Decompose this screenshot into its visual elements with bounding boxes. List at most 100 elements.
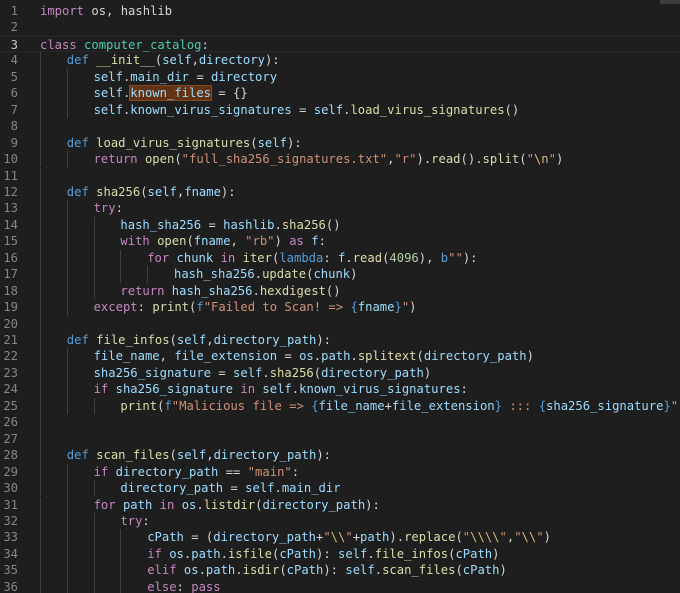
code-token: { bbox=[311, 398, 319, 413]
code-line[interactable]: 36 else: pass bbox=[0, 579, 680, 593]
code-line[interactable]: 26 bbox=[0, 414, 680, 430]
code-token: def bbox=[66, 184, 89, 199]
code-token: " bbox=[345, 530, 353, 545]
code-line[interactable]: 3 class computer_catalog: bbox=[0, 35, 680, 53]
code-token: "full_sha256_signatures.txt" bbox=[181, 152, 388, 167]
code-line[interactable]: 35 elif os.path.isdir(cPath): self.scan_f… bbox=[0, 562, 680, 578]
code-line[interactable]: 11 bbox=[0, 168, 680, 184]
code-line[interactable]: 30 directory_path = self.main_dir bbox=[0, 480, 680, 496]
code-token: ( bbox=[455, 563, 463, 578]
code-token: ). bbox=[389, 530, 405, 545]
code-token: print bbox=[120, 398, 158, 413]
indent-guide bbox=[40, 299, 41, 316]
code-line[interactable]: 32 try: bbox=[0, 513, 680, 529]
code-token: ): bbox=[365, 497, 380, 512]
line-number: 20 bbox=[3, 316, 18, 331]
code-line[interactable]: 7 self.known_virus_signatures = self.load… bbox=[0, 102, 680, 118]
code-line[interactable]: 31 for path in os.listdir(directory_path)… bbox=[0, 497, 680, 513]
code-token: known_virus_signatures bbox=[130, 102, 292, 117]
code-text: def sha256(self,fname): bbox=[67, 184, 236, 200]
code-token: ) bbox=[350, 267, 358, 282]
indent-guide bbox=[40, 430, 41, 448]
code-line[interactable]: 5 self.main_dir = directory bbox=[0, 69, 680, 85]
indent-guide bbox=[40, 414, 41, 431]
code-line[interactable]: 20 bbox=[0, 316, 680, 332]
line-number: 9 bbox=[10, 135, 18, 150]
code-token: split bbox=[482, 152, 520, 167]
code-line[interactable]: 6 self.known_files = {} bbox=[0, 85, 680, 102]
code-token: ): bbox=[316, 448, 331, 463]
code-editor[interactable]: 1 import os, hashlib 2 3 class computer_cata… bbox=[0, 0, 680, 593]
indent-guide bbox=[40, 364, 41, 382]
code-token: self bbox=[93, 86, 123, 101]
indent-guide bbox=[66, 545, 68, 563]
code-token: chunk bbox=[313, 267, 351, 282]
indent-guide bbox=[120, 266, 122, 283]
code-line[interactable]: 10 return open("full_sha256_signatures.tx… bbox=[0, 151, 680, 167]
line-number: 2 bbox=[10, 20, 18, 35]
highlighted-token: known_files bbox=[129, 85, 213, 102]
code-line[interactable]: 18 return hash_sha256.hexdigest() bbox=[0, 283, 680, 299]
code-token: 4096 bbox=[389, 250, 419, 265]
code-line[interactable]: 12 def sha256(self,fname): bbox=[0, 184, 680, 200]
code-line[interactable]: 4 def __init__(self,directory): bbox=[0, 52, 680, 68]
code-line[interactable]: 9 def load_virus_signatures(self): bbox=[0, 135, 680, 151]
code-line[interactable]: 19 except: print(f"Failed to Scan! => {fn… bbox=[0, 299, 680, 315]
line-number: 13 bbox=[3, 201, 18, 216]
code-token: except bbox=[93, 300, 138, 315]
code-token: try bbox=[93, 201, 116, 216]
code-token: file_name bbox=[93, 349, 160, 364]
indent-guide bbox=[40, 381, 41, 398]
indent-guide bbox=[93, 480, 95, 497]
code-token: + bbox=[384, 398, 392, 413]
code-text: def scan_files(self,directory_path): bbox=[67, 447, 331, 463]
code-line[interactable]: 15 with open(fname, "rb") as f: bbox=[0, 233, 680, 249]
code-token: directory_path bbox=[213, 448, 317, 463]
code-token: . bbox=[254, 267, 263, 282]
code-token: return bbox=[120, 283, 165, 298]
code-token: in bbox=[159, 497, 175, 512]
code-line[interactable]: 33 cPath = (directory_path+"\\"+path).rep… bbox=[0, 529, 680, 545]
code-line[interactable]: 8 bbox=[0, 118, 680, 134]
code-line[interactable]: 13 try: bbox=[0, 200, 680, 216]
code-token: os bbox=[169, 546, 184, 561]
code-token: () bbox=[325, 217, 341, 232]
code-line[interactable]: 22 file_name, file_extension = os.path.sp… bbox=[0, 348, 680, 364]
indent-guide bbox=[66, 364, 68, 382]
code-line[interactable]: 24 if sha256_signature in self.known_viru… bbox=[0, 381, 680, 397]
code-token: " bbox=[536, 530, 544, 545]
code-line[interactable]: 21 def file_infos(self,directory_path): bbox=[0, 332, 680, 348]
code-token: directory_path bbox=[120, 481, 224, 496]
indent-guide bbox=[66, 512, 68, 530]
code-token: cPath bbox=[286, 563, 324, 578]
code-token: ): bbox=[316, 546, 339, 561]
code-line[interactable]: 14 hash_sha256 = hashlib.sha256() bbox=[0, 217, 680, 233]
code-line[interactable]: 16 for chunk in iter(lambda: f.read(4096)… bbox=[0, 250, 680, 266]
code-token: chunk bbox=[176, 250, 214, 265]
line-number: 19 bbox=[3, 300, 18, 315]
indent-guide bbox=[66, 480, 68, 497]
code-line[interactable]: 1 import os, hashlib bbox=[0, 3, 680, 19]
code-line[interactable]: 23 sha256_signature = self.sha256(directo… bbox=[0, 365, 680, 381]
code-line[interactable]: 34 if os.path.isfile(cPath): self.file_in… bbox=[0, 546, 680, 562]
code-line[interactable]: 2 bbox=[0, 19, 680, 35]
code-line[interactable]: 17 hash_sha256.update(chunk) bbox=[0, 266, 680, 282]
code-line[interactable]: 29 if directory_path == "main": bbox=[0, 464, 680, 480]
code-line[interactable]: 25 print(f"Malicious file => {file_name+f… bbox=[0, 398, 680, 414]
line-number: 11 bbox=[3, 168, 18, 183]
code-token: in bbox=[220, 250, 236, 265]
indent-guide bbox=[66, 68, 68, 86]
line-number: 18 bbox=[3, 283, 18, 298]
indent-guide bbox=[120, 529, 122, 546]
code-token: load_virus_signatures bbox=[96, 135, 251, 150]
code-token: hash_sha256 bbox=[120, 217, 202, 232]
line-number: 1 bbox=[10, 4, 18, 18]
code-line[interactable]: 27 bbox=[0, 431, 680, 447]
code-line[interactable]: 28 def scan_files(self,directory_path): bbox=[0, 447, 680, 463]
line-number: 35 bbox=[3, 563, 18, 578]
code-token: (). bbox=[460, 152, 483, 167]
